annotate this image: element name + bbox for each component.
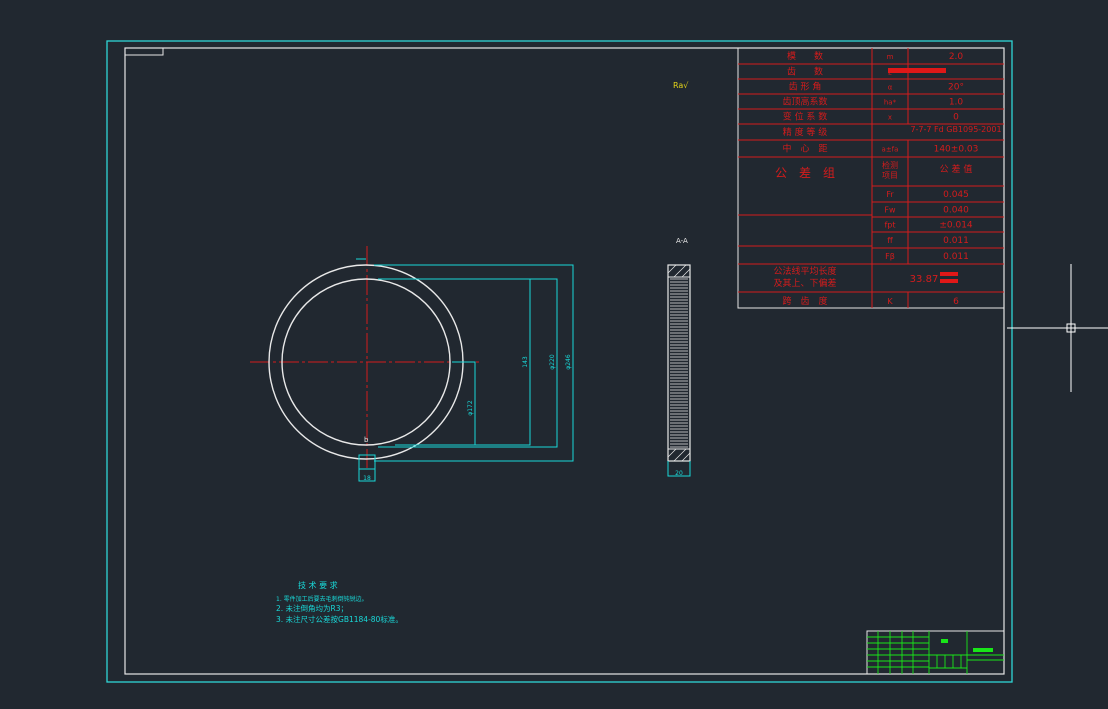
side-view-label: A-A: [676, 237, 688, 245]
tolerance-header: 公 差 值: [940, 163, 973, 175]
surface-roughness-mark: Ra√: [673, 81, 689, 90]
title-name-block: [973, 648, 993, 652]
tolerance-group-label: 公 差 组: [775, 166, 835, 180]
param-name-4: 变 位 系 数: [783, 111, 828, 123]
title-logo-block: [941, 639, 948, 643]
param-name-0: 模 数: [787, 50, 823, 62]
tol-symbol-4: Fβ: [885, 252, 895, 261]
dim-d2-label: φ220: [549, 354, 556, 370]
dim-d1-label: φ246: [565, 354, 572, 370]
param-symbol-2: α: [888, 84, 893, 92]
param-symbol-6: a±fa: [882, 146, 899, 154]
technical-notes: 技 术 要 求 1. 零件加工后要去毛刺倒钝锐边。 2. 未注倒角均为R3； 3…: [276, 580, 403, 624]
param-value-5: 7-7-7 Fd GB1095-2001: [910, 125, 1001, 134]
keyway-mark: b: [364, 436, 369, 444]
dim-d4-label: φ172: [467, 400, 474, 416]
teeth-value-bar: [888, 68, 946, 73]
param-value-6: 140±0.03: [934, 145, 979, 155]
tol-symbol-1: Fw: [884, 206, 896, 215]
param-symbol-0: m: [887, 53, 894, 61]
param-name-3: 齿顶高系数: [782, 96, 827, 108]
tech-notes-title: 技 术 要 求: [298, 580, 338, 590]
span-tol-bar-1: [940, 272, 958, 276]
top-hatch: [667, 264, 691, 278]
mesh-symbol: K: [887, 297, 893, 306]
face-width-label: 20: [675, 470, 683, 477]
tol-value-3: 0.011: [943, 236, 969, 246]
cad-drawing-canvas[interactable]: Ra√ 模 数m2.0齿 数z齿 形 角α20°齿顶高系数ha*1.0变 位 系…: [0, 0, 1108, 709]
param-name-6: 中 心 距: [782, 143, 827, 155]
bottom-hatch: [667, 448, 691, 462]
param-name-5: 精 度 等 级: [783, 126, 828, 138]
param-symbol-3: ha*: [884, 99, 897, 107]
title-block: [866, 630, 1005, 675]
span-label-2: 及其上、下偏差: [773, 277, 836, 289]
param-value-4: 0: [953, 113, 959, 123]
tech-note-2: 2. 未注倒角均为R3；: [276, 603, 348, 613]
param-value-2: 20°: [948, 83, 964, 93]
dim-key-width: 18: [363, 475, 371, 482]
parameter-table: 模 数m2.0齿 数z齿 形 角α20°齿顶高系数ha*1.0变 位 系 数x0…: [737, 47, 1005, 309]
span-label-1: 公法线平均长度: [773, 265, 836, 277]
cad-crosshair-cursor[interactable]: [1007, 264, 1108, 392]
dimension-d3-line: [395, 361, 476, 446]
tol-symbol-3: ff: [887, 236, 893, 245]
tol-value-1: 0.040: [943, 206, 969, 216]
mesh-name: 跨 齿 度: [782, 295, 827, 307]
tol-value-0: 0.045: [943, 190, 969, 200]
param-value-3: 1.0: [949, 98, 964, 108]
corner-mark: [125, 48, 164, 56]
outer-frame: [106, 40, 1013, 683]
tech-note-1: 1. 零件加工后要去毛刺倒钝锐边。: [276, 595, 368, 603]
param-name-1: 齿 数: [787, 66, 823, 78]
param-name-2: 齿 形 角: [789, 81, 822, 93]
span-tol-bar-2: [940, 279, 958, 283]
mesh-value: 6: [953, 297, 959, 307]
check-header-1: 检测: [882, 160, 898, 170]
side-view: 20 A-A: [667, 237, 691, 477]
tol-symbol-2: fpt: [884, 221, 895, 230]
dim-d3-label: 143: [522, 356, 529, 368]
tol-value-2: ±0.014: [939, 221, 973, 231]
tol-symbol-0: Fr: [886, 190, 894, 199]
tol-value-4: 0.011: [943, 252, 969, 262]
dimension-d1-line: [374, 264, 574, 462]
check-header-2: 项目: [882, 171, 898, 180]
param-value-0: 2.0: [949, 52, 964, 62]
front-view: φ246 φ220 143 φ172 18 b: [250, 246, 574, 482]
span-value: 33.87: [910, 274, 939, 285]
param-symbol-4: x: [888, 114, 892, 122]
tech-note-3: 3. 未注尺寸公差按GB1184-80标准。: [276, 614, 403, 624]
